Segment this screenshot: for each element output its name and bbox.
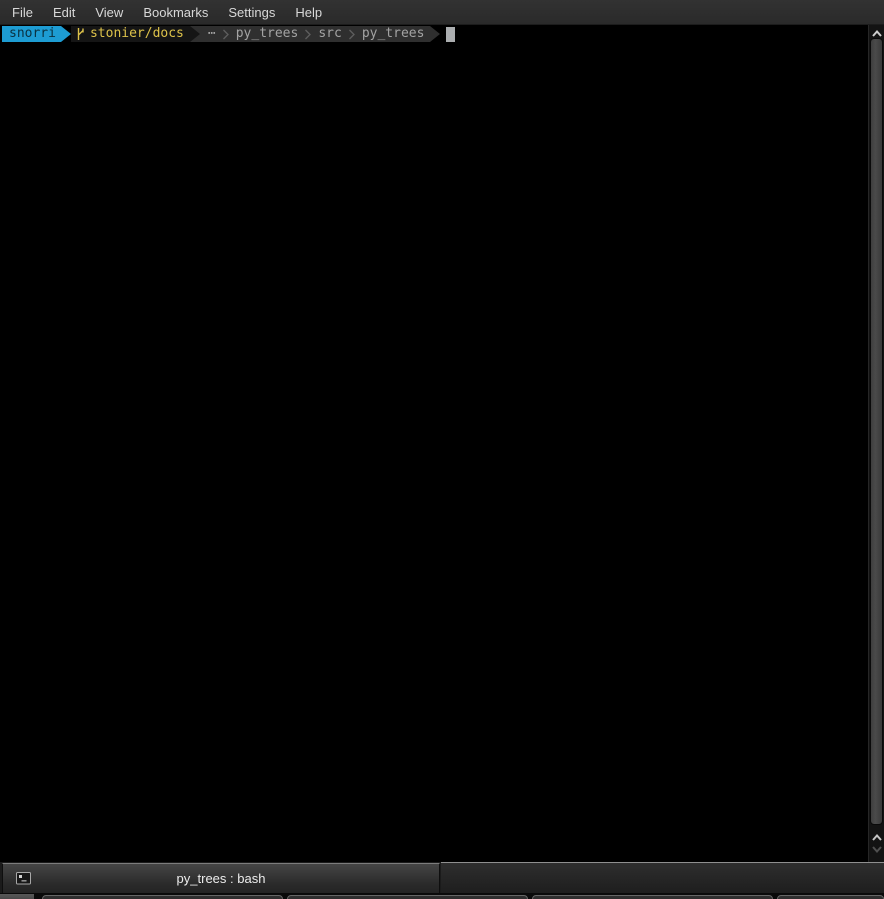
tab-py-trees-bash[interactable]: py_trees : bash [2, 863, 440, 893]
menu-help[interactable]: Help [285, 0, 332, 25]
terminal-icon [15, 870, 32, 887]
menu-file[interactable]: File [2, 0, 43, 25]
menu-bar: File Edit View Bookmarks Settings Help [0, 0, 884, 25]
powerline-arrow [190, 26, 200, 42]
scrollbar[interactable] [868, 25, 884, 862]
taskbar-sliver [0, 893, 884, 899]
terminal-cursor [446, 27, 455, 42]
prompt-user-segment: snorri [2, 26, 61, 42]
taskbar-window-button[interactable] [287, 895, 528, 899]
chevron-up-icon [872, 834, 882, 841]
prompt-directory-segment: stonier/docs [71, 26, 190, 42]
scroll-down-button[interactable] [869, 842, 884, 856]
prompt-directory-label: stonier/docs [90, 26, 184, 42]
tab-bar: py_trees : bash [0, 862, 884, 893]
breadcrumb-py-trees: py_trees [234, 26, 301, 42]
menu-edit[interactable]: Edit [43, 0, 85, 25]
taskbar-window-button[interactable] [42, 895, 283, 899]
prompt-path-segment: ⋯ py_trees src py [200, 26, 431, 42]
branch-icon [75, 27, 85, 41]
tab-bar-empty-area [441, 862, 884, 893]
prompt-line: snorri stonier/docs ⋯ py_trees [2, 26, 868, 42]
chevron-right-icon [222, 28, 230, 41]
breadcrumb-src: src [316, 26, 343, 42]
chevron-down-icon [872, 846, 882, 853]
menu-settings[interactable]: Settings [218, 0, 285, 25]
powerline-arrow [61, 26, 71, 42]
chevron-right-icon [348, 28, 356, 41]
breadcrumb-ellipsis: ⋯ [206, 26, 218, 42]
menu-bookmarks[interactable]: Bookmarks [133, 0, 218, 25]
taskbar-window-button[interactable] [532, 895, 773, 899]
powerline-arrow [430, 26, 440, 42]
chevron-right-icon [304, 28, 312, 41]
taskbar-launcher-button[interactable] [0, 894, 34, 899]
scrollbar-thumb[interactable] [870, 38, 883, 825]
chevron-up-icon [872, 30, 882, 37]
breadcrumb-py-trees-2: py_trees [360, 26, 427, 42]
tab-label: py_trees : bash [3, 871, 439, 886]
terminal-area[interactable]: snorri stonier/docs ⋯ py_trees [0, 25, 868, 862]
menu-view[interactable]: View [85, 0, 133, 25]
taskbar-window-button[interactable] [777, 895, 884, 899]
